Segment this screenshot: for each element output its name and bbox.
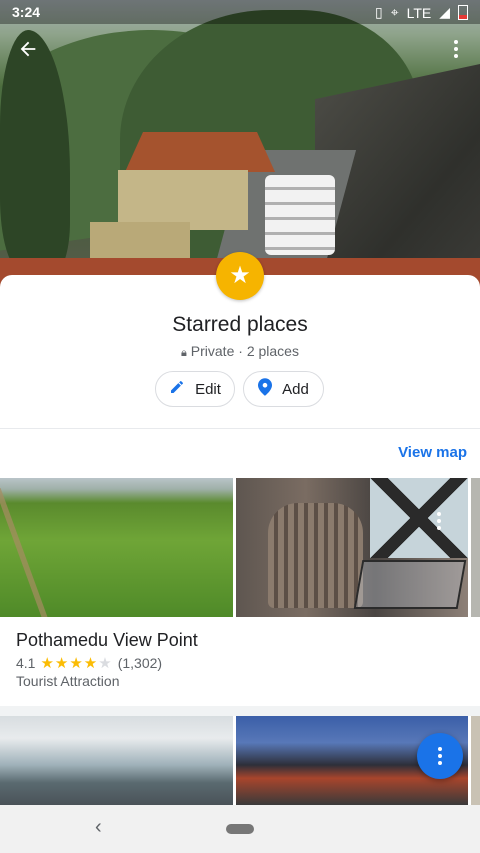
place-name[interactable]: Pothamedu View Point [16,630,198,651]
more-vert-icon[interactable] [417,733,463,779]
status-bar: 3:24 ▯ ⌖ LTE ◢ [0,0,480,24]
rating-stars: ★★★★★ [40,655,113,672]
hero-cars [265,175,335,255]
star-icon: ★ [216,252,264,300]
battery-icon [458,5,468,20]
place-category: Tourist Attraction [16,673,120,689]
add-button[interactable]: Add [243,371,324,407]
chevron-left-icon[interactable]: ‹ [95,816,102,839]
more-vert-icon[interactable] [446,38,466,66]
list-privacy: Private [190,343,235,359]
list-count: 2 places [246,343,299,359]
place-photo-peek[interactable] [471,716,480,805]
hero-house [90,222,190,262]
status-icons: ▯ ⌖ LTE ◢ [375,4,468,21]
place-rating: 4.1 [16,655,36,671]
photo-armchair [268,503,363,608]
separator: · [238,343,243,359]
hero-house-roof [125,132,275,172]
lock-icon: 🔒︎ [181,347,187,359]
add-label: Add [282,380,309,398]
status-time: 3:24 [12,4,41,20]
list-subtitle: 🔒︎ Private · 2 places [0,343,480,360]
vibrate-icon: ▯ [374,4,383,20]
divider [0,428,480,429]
arrow-back-icon[interactable] [14,38,42,66]
location-icon: ⌖ [390,4,399,20]
network-type: LTE [406,4,432,21]
home-pill-icon[interactable] [226,824,254,834]
photo-glass-table [353,560,467,609]
edit-label: Edit [195,380,221,398]
view-map-link[interactable]: View map [398,444,467,461]
place-rating-row: 4.1 ★★★★★ (1,302) [16,654,162,672]
hero-house [118,170,248,230]
place-photo-peek[interactable] [471,478,480,617]
signal-icon: ◢ [439,4,450,20]
pencil-icon [169,379,185,400]
photo-window [370,478,468,558]
list-title: Starred places [172,313,308,336]
location-pin-icon [258,377,273,401]
edit-button[interactable]: Edit [155,371,235,407]
place-reviews: (1,302) [117,655,163,671]
section-separator [0,706,480,716]
photo-more-icon[interactable] [436,511,442,531]
place-photo-tea-garden[interactable] [0,478,233,617]
hero-photo [0,0,480,290]
place-photo-airport[interactable] [0,716,233,805]
